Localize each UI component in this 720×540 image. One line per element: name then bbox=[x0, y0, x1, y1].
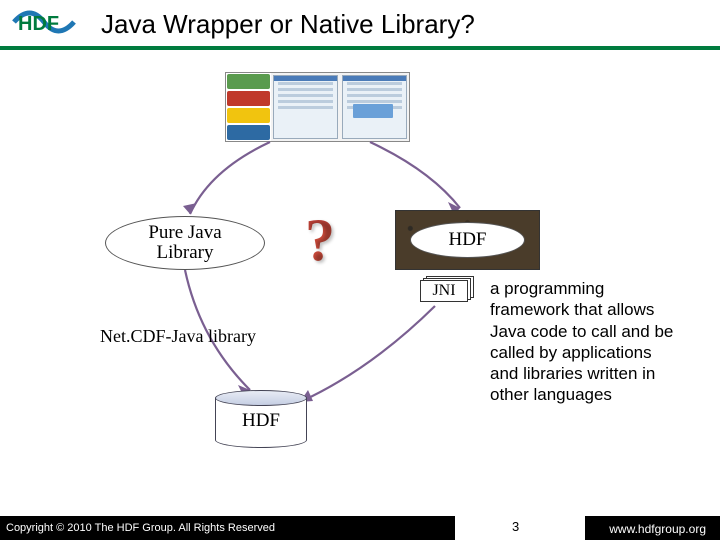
hdf-cylinder: HDF bbox=[215, 390, 307, 448]
footer-url: www.hdfgroup.org bbox=[609, 522, 706, 536]
copyright-text: Copyright © 2010 The HDF Group. All Righ… bbox=[0, 522, 275, 534]
jni-annotation: a programming framework that allows Java… bbox=[490, 278, 680, 406]
hdf-node: HDF bbox=[410, 222, 525, 258]
cylinder-label: HDF bbox=[215, 410, 307, 432]
footer-gap bbox=[455, 516, 585, 540]
hdf-logo: HDF bbox=[12, 8, 76, 41]
svg-text:HDF: HDF bbox=[18, 13, 59, 35]
ui-thumbnail bbox=[225, 72, 410, 142]
question-mark-icon: ? bbox=[305, 206, 335, 275]
diagram-canvas: Pure Java Library ? HDF JNI Net.CDF-Java… bbox=[0, 50, 720, 510]
page-number: 3 bbox=[512, 519, 519, 534]
page-title: Java Wrapper or Native Library? bbox=[101, 9, 475, 40]
netcdf-java-label: Net.CDF-Java library bbox=[100, 326, 256, 347]
pure-java-library-node: Pure Java Library bbox=[105, 216, 265, 270]
jni-label: JNI bbox=[432, 282, 455, 300]
pure-java-label: Pure Java Library bbox=[148, 223, 221, 263]
jni-node: JNI bbox=[420, 280, 474, 306]
hdf-node-label: HDF bbox=[448, 229, 486, 251]
